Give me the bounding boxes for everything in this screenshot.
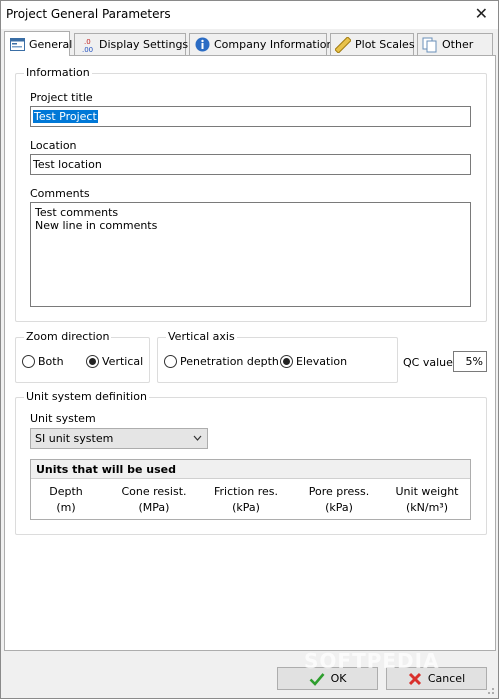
units-column-unit-weight: Unit weight (kN/m³) bbox=[389, 484, 465, 516]
close-icon[interactable]: ✕ bbox=[475, 4, 488, 24]
tab-plot-scales[interactable]: Plot Scales bbox=[330, 33, 415, 55]
unit-name: Friction res. bbox=[214, 485, 278, 498]
radio-selected-dot bbox=[89, 358, 96, 365]
cancel-label: Cancel bbox=[427, 672, 466, 685]
general-tab-icon bbox=[9, 36, 25, 52]
unit-system-label: Unit system bbox=[30, 412, 96, 425]
ok-label: OK bbox=[330, 672, 347, 685]
qc-value-field[interactable]: 5% bbox=[453, 351, 487, 372]
information-legend: Information bbox=[24, 66, 92, 79]
vertical-axis-legend: Vertical axis bbox=[166, 330, 237, 343]
radio-circle bbox=[86, 355, 99, 368]
comments-textarea[interactable]: Test comments New line in comments bbox=[30, 202, 471, 307]
project-title-value: Test Project bbox=[33, 110, 98, 123]
tab-other[interactable]: Other bbox=[417, 33, 493, 55]
info-icon bbox=[194, 37, 210, 53]
comments-line: New line in comments bbox=[35, 219, 158, 232]
radio-selected-dot bbox=[283, 358, 290, 365]
documents-icon bbox=[422, 37, 438, 53]
radio-label: Both bbox=[38, 355, 64, 368]
radio-circle bbox=[280, 355, 293, 368]
radio-circle bbox=[164, 355, 177, 368]
unit-symbol: (kN/m³) bbox=[405, 501, 448, 514]
unit-system-select[interactable]: SI unit system bbox=[30, 428, 208, 449]
location-field[interactable]: Test location bbox=[30, 154, 471, 175]
unit-system-legend: Unit system definition bbox=[24, 390, 149, 403]
dialog-window: Project General Parameters ✕ General .0.… bbox=[0, 0, 499, 699]
zoom-vertical-radio[interactable]: Vertical bbox=[86, 355, 143, 368]
unit-name: Unit weight bbox=[395, 485, 459, 498]
zoom-direction-legend: Zoom direction bbox=[24, 330, 112, 343]
units-header: Units that will be used bbox=[31, 460, 470, 479]
svg-text:.00: .00 bbox=[82, 46, 93, 53]
units-panel: Units that will be used Depth (m) Cone r… bbox=[30, 459, 471, 520]
window-title: Project General Parameters bbox=[6, 7, 171, 21]
location-label: Location bbox=[30, 139, 77, 152]
comments-line: Test comments bbox=[35, 206, 119, 219]
radio-circle bbox=[22, 355, 35, 368]
resize-grip-icon[interactable] bbox=[485, 685, 495, 695]
unit-symbol: (kPa) bbox=[325, 501, 353, 514]
title-bar: Project General Parameters ✕ bbox=[1, 1, 498, 29]
tab-label: Company Information bbox=[214, 38, 334, 51]
radio-label: Elevation bbox=[296, 355, 348, 368]
tab-label: Display Settings bbox=[99, 38, 189, 51]
ruler-icon bbox=[335, 36, 351, 53]
display-settings-icon: .0.00 bbox=[79, 37, 95, 53]
tab-company-information[interactable]: Company Information bbox=[189, 33, 334, 55]
project-title-field[interactable]: Test Project bbox=[30, 106, 471, 127]
unit-system-selected: SI unit system bbox=[35, 432, 114, 445]
unit-symbol: (kPa) bbox=[232, 501, 260, 514]
svg-text:.0: .0 bbox=[84, 38, 91, 46]
qc-value: 5% bbox=[465, 355, 483, 368]
zoom-both-radio[interactable]: Both bbox=[22, 355, 64, 368]
project-title-label: Project title bbox=[30, 91, 93, 104]
tab-strip: General .0.00 Display Settings Company I… bbox=[4, 31, 497, 56]
tab-panel-general: Information Project title Test Project L… bbox=[4, 55, 496, 651]
units-column-cone-resist: Cone resist. (MPa) bbox=[114, 484, 194, 516]
axis-penetration-depth-radio[interactable]: Penetration depth bbox=[164, 355, 279, 368]
unit-symbol: (m) bbox=[56, 501, 76, 514]
comments-label: Comments bbox=[30, 187, 90, 200]
tab-label: Other bbox=[442, 38, 474, 51]
unit-name: Cone resist. bbox=[121, 485, 187, 498]
qc-value-label: QC value bbox=[403, 356, 453, 369]
axis-elevation-radio[interactable]: Elevation bbox=[280, 355, 347, 368]
radio-label: Vertical bbox=[102, 355, 144, 368]
location-value: Test location bbox=[33, 158, 102, 171]
unit-name: Depth bbox=[49, 485, 83, 498]
unit-name: Pore press. bbox=[308, 485, 370, 498]
cancel-x-icon bbox=[408, 672, 422, 686]
tab-general[interactable]: General bbox=[4, 31, 73, 56]
cancel-button[interactable]: Cancel bbox=[386, 667, 487, 690]
tab-label: General bbox=[29, 37, 73, 51]
checkmark-icon bbox=[309, 672, 325, 686]
units-column-pore-press: Pore press. (kPa) bbox=[299, 484, 379, 516]
tab-display-settings[interactable]: .0.00 Display Settings bbox=[74, 33, 189, 55]
units-column-depth: Depth (m) bbox=[36, 484, 96, 516]
unit-symbol: (MPa) bbox=[138, 501, 170, 514]
units-column-friction-res: Friction res. (kPa) bbox=[206, 484, 286, 516]
chevron-down-icon bbox=[193, 432, 202, 447]
tab-label: Plot Scales bbox=[355, 38, 415, 51]
radio-label: Penetration depth bbox=[180, 355, 279, 368]
ok-button[interactable]: OK bbox=[277, 667, 378, 690]
